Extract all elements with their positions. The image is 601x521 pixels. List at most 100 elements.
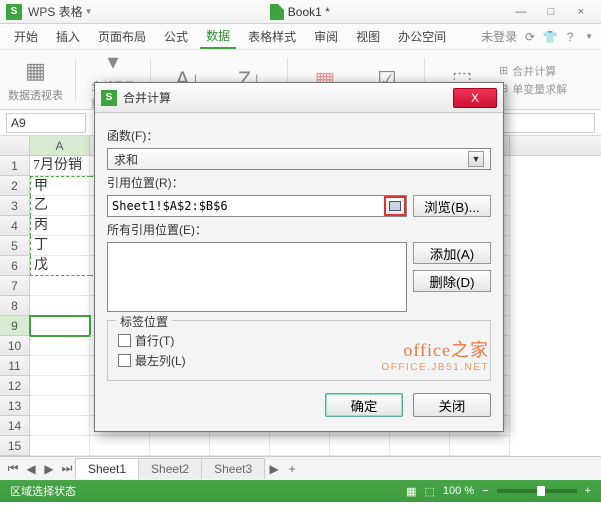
consolidate-dialog: S 合并计算 X 函数(F)： 求和 ▼ 引用位置(R)： 浏览(B)... 所… <box>94 82 504 432</box>
cell[interactable] <box>30 376 90 396</box>
menu-view[interactable]: 视图 <box>350 25 386 48</box>
row-header[interactable]: 14 <box>0 416 30 436</box>
sheet-scroll-right-icon[interactable]: ▶ <box>265 460 283 478</box>
cell[interactable] <box>450 436 510 456</box>
name-box[interactable]: A9 <box>6 113 86 133</box>
col-header-a[interactable]: A <box>30 136 90 155</box>
sheet-tab-3[interactable]: Sheet3 <box>201 458 265 479</box>
zoom-value[interactable]: 100 % <box>443 485 474 497</box>
window-minimize-button[interactable]: — <box>507 4 535 20</box>
zoom-out-icon[interactable]: − <box>482 485 488 497</box>
function-select[interactable]: 求和 ▼ <box>107 148 491 170</box>
view-normal-icon[interactable]: ▦ <box>406 485 416 498</box>
ribbon-pivot-table[interactable]: ▦ 数据透视表 <box>8 57 63 103</box>
cell[interactable]: 7月份销 <box>30 156 90 176</box>
row-header[interactable]: 4 <box>0 216 30 236</box>
wps-logo-icon: S <box>6 4 22 20</box>
reference-label: 引用位置(R)： <box>107 174 491 191</box>
cell[interactable] <box>30 396 90 416</box>
view-page-icon[interactable]: ⬚ <box>425 485 435 498</box>
sheet-tab-1[interactable]: Sheet1 <box>75 458 139 479</box>
left-col-checkbox[interactable] <box>118 354 131 367</box>
sheet-add-icon[interactable]: + <box>283 460 301 478</box>
browse-button[interactable]: 浏览(B)... <box>413 195 491 217</box>
all-references-label: 所有引用位置(E)： <box>107 221 491 238</box>
cell[interactable]: 丁 <box>30 236 90 256</box>
add-button[interactable]: 添加(A) <box>413 242 491 264</box>
cell[interactable] <box>330 436 390 456</box>
menu-formula[interactable]: 公式 <box>158 25 194 48</box>
sheet-nav-first[interactable]: ⏮ <box>4 460 22 478</box>
cell[interactable] <box>30 356 90 376</box>
range-picker-button[interactable] <box>384 196 406 216</box>
dialog-close-button[interactable]: X <box>453 88 497 108</box>
menu-start[interactable]: 开始 <box>8 25 44 48</box>
select-all-corner[interactable] <box>0 136 30 155</box>
delete-button[interactable]: 删除(D) <box>413 270 491 292</box>
row-header[interactable]: 10 <box>0 336 30 356</box>
zoom-slider[interactable] <box>497 489 577 493</box>
cell[interactable] <box>30 336 90 356</box>
row-header[interactable]: 6 <box>0 256 30 276</box>
row-header[interactable]: 13 <box>0 396 30 416</box>
row-header[interactable]: 3 <box>0 196 30 216</box>
ok-button[interactable]: 确定 <box>325 393 403 417</box>
function-label: 函数(F)： <box>107 127 491 144</box>
function-value: 求和 <box>114 151 138 168</box>
row-header[interactable]: 9 <box>0 316 30 336</box>
login-status[interactable]: 未登录 <box>481 28 517 45</box>
zoom-in-icon[interactable]: + <box>585 485 591 497</box>
shirt-icon[interactable]: 👕 <box>543 30 557 44</box>
row-header[interactable]: 8 <box>0 296 30 316</box>
sheet-tab-2[interactable]: Sheet2 <box>138 458 202 479</box>
window-close-button[interactable]: × <box>567 4 595 20</box>
dialog-titlebar[interactable]: S 合并计算 X <box>95 83 503 113</box>
ribbon-solver[interactable]: ⊟ 单变量求解 <box>499 81 567 97</box>
cell[interactable] <box>150 436 210 456</box>
cell[interactable] <box>30 276 90 296</box>
cell[interactable] <box>270 436 330 456</box>
cell[interactable]: 甲 <box>30 176 90 196</box>
help-dropdown-icon[interactable]: ▼ <box>585 32 593 41</box>
menu-office-space[interactable]: 办公空间 <box>392 25 452 48</box>
menu-review[interactable]: 审阅 <box>308 25 344 48</box>
cell[interactable] <box>390 436 450 456</box>
window-maximize-button[interactable]: □ <box>537 4 565 20</box>
sheet-nav-next[interactable]: ▶ <box>40 460 58 478</box>
cell[interactable] <box>30 316 90 336</box>
menu-data[interactable]: 数据 <box>200 24 236 49</box>
dropdown-arrow-icon: ▼ <box>468 151 484 167</box>
menu-page-layout[interactable]: 页面布局 <box>92 25 152 48</box>
cell[interactable]: 丙 <box>30 216 90 236</box>
row-header[interactable]: 2 <box>0 176 30 196</box>
menu-insert[interactable]: 插入 <box>50 25 86 48</box>
row-header[interactable]: 7 <box>0 276 30 296</box>
menu-table-style[interactable]: 表格样式 <box>242 25 302 48</box>
label-position-legend: 标签位置 <box>116 313 172 330</box>
cell[interactable] <box>30 436 90 456</box>
cell[interactable] <box>90 436 150 456</box>
row-header[interactable]: 12 <box>0 376 30 396</box>
cell[interactable] <box>30 416 90 436</box>
ribbon-consolidate[interactable]: ⊞ 合并计算 <box>499 63 567 79</box>
row-header[interactable]: 15 <box>0 436 30 456</box>
sheet-nav-last[interactable]: ⏭ <box>58 460 76 478</box>
close-button[interactable]: 关闭 <box>413 393 491 417</box>
funnel-icon: ▾ <box>97 48 129 76</box>
row-header[interactable]: 11 <box>0 356 30 376</box>
reference-input[interactable] <box>107 195 407 217</box>
app-menu-dropdown-icon[interactable]: ▼ <box>85 7 93 16</box>
help-icon[interactable]: ? <box>563 30 577 44</box>
cell[interactable]: 乙 <box>30 196 90 216</box>
range-picker-icon <box>389 201 401 211</box>
first-row-checkbox[interactable] <box>118 334 131 347</box>
cell[interactable] <box>210 436 270 456</box>
cell[interactable]: 戊 <box>30 256 90 276</box>
sync-icon[interactable]: ⟳ <box>523 30 537 44</box>
sheet-nav-prev[interactable]: ◀ <box>22 460 40 478</box>
cell[interactable] <box>30 296 90 316</box>
row-header[interactable]: 5 <box>0 236 30 256</box>
all-references-listbox[interactable] <box>107 242 407 312</box>
document-title: Book1 * <box>288 5 330 19</box>
row-header[interactable]: 1 <box>0 156 30 176</box>
